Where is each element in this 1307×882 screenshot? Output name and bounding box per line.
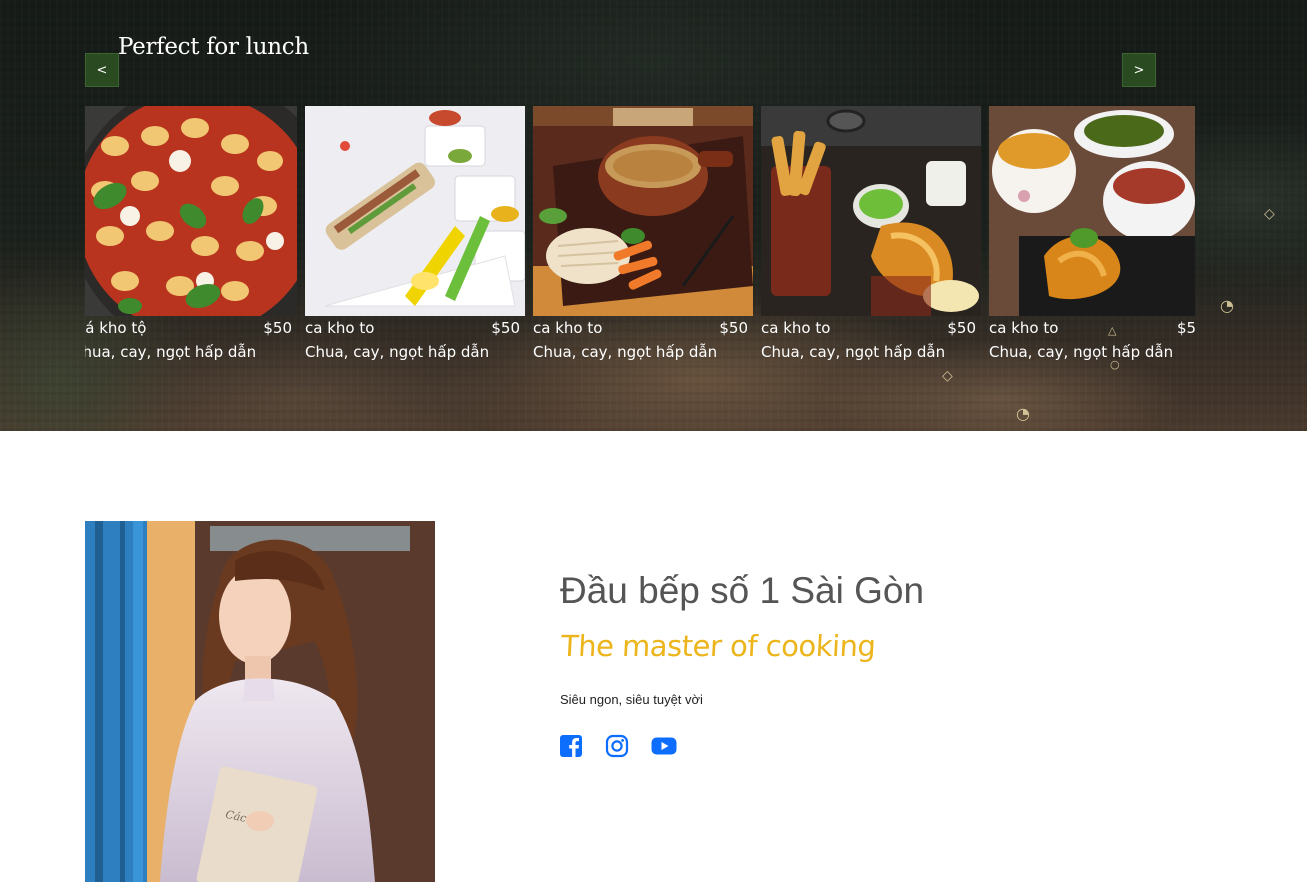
carousel-prev-button[interactable]: < (85, 53, 119, 87)
dish-name: ca kho to (305, 319, 375, 337)
dish-card[interactable]: cá kho tộ $50 Chua, cay, ngọt hấp dẫn (85, 106, 297, 376)
dish-card[interactable]: ca kho to $50 Chua, cay, ngọt hấp dẫn (761, 106, 981, 376)
dish-price: $50 (491, 319, 520, 337)
dish-photo-gnocchi (85, 106, 297, 316)
dish-description: Chua, cay, ngọt hấp dẫn (85, 343, 257, 361)
dish-name: ca kho to (989, 319, 1059, 337)
chef-photo: Các hoa (85, 521, 435, 882)
dish-description: Chua, cay, ngọt hấp dẫn (989, 343, 1174, 361)
dish-price: $50 (263, 319, 292, 337)
dish-card[interactable]: ca kho to $50 Chua, cay, ngọt hấp dẫn (533, 106, 753, 376)
dish-description: Chua, cay, ngọt hấp dẫn (305, 343, 490, 361)
carousel-track: cá kho tộ $50 Chua, cay, ngọt hấp dẫn (85, 106, 1195, 376)
dish-name: cá kho tộ (85, 319, 147, 337)
dish-price: $50 (1177, 319, 1195, 337)
dish-price: $50 (947, 319, 976, 337)
leaf-decoration-icon: ◔ (1016, 404, 1030, 423)
dish-photo-fish-and-chips (761, 106, 981, 316)
chef-description: Siêu ngon, siêu tuyệt vời (560, 692, 703, 707)
dish-photo-spring-rolls (305, 106, 525, 316)
dish-name: ca kho to (761, 319, 831, 337)
triangle-decoration-icon: △ (1108, 324, 1117, 337)
diamond-decoration-icon: ◇ (942, 368, 953, 384)
dish-card[interactable]: ca kho to $50 Chua, cay, ngọt hấp dẫn (305, 106, 525, 376)
dish-card[interactable]: ca kho to $50 Chua, cay, ngọt hấp dẫn (989, 106, 1195, 376)
instagram-icon[interactable] (605, 734, 629, 758)
dish-photo-chicken-platter (533, 106, 753, 316)
diamond-decoration-icon: ◇ (1264, 206, 1275, 222)
facebook-icon[interactable] (559, 734, 583, 758)
dish-photo-asian-platter (989, 106, 1195, 316)
chef-subtitle: The master of cooking (560, 629, 877, 663)
lunch-carousel-section: Perfect for lunch < > á kho tộ $50 Chua,… (0, 0, 1307, 431)
circle-decoration-icon: ○ (1110, 358, 1120, 371)
carousel-next-button[interactable]: > (1122, 53, 1156, 87)
dish-description: Chua, cay, ngọt hấp dẫn (761, 343, 946, 361)
dish-name: ca kho to (533, 319, 603, 337)
carousel-title: Perfect for lunch (118, 34, 309, 60)
chef-title: Đầu bếp số 1 Sài Gòn (560, 570, 925, 611)
dish-description: Chua, cay, ngọt hấp dẫn (533, 343, 718, 361)
dish-price: $50 (719, 319, 748, 337)
leaf-decoration-icon: ◔ (1220, 296, 1234, 315)
youtube-icon[interactable] (651, 734, 677, 758)
